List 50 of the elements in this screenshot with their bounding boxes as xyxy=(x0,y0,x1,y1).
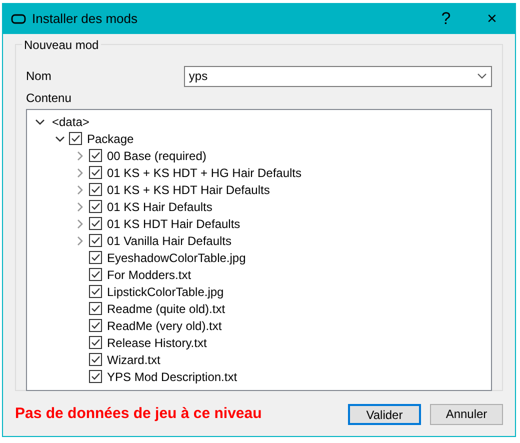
tree-item[interactable]: 01 KS + KS HDT + HG Hair Defaults xyxy=(107,164,302,182)
tree-item[interactable]: Release History.txt xyxy=(107,334,207,352)
chevron-right-icon[interactable] xyxy=(75,184,85,194)
checkbox[interactable] xyxy=(89,234,102,247)
checkbox[interactable] xyxy=(89,268,102,281)
tree-item[interactable]: 01 Vanilla Hair Defaults xyxy=(107,232,232,250)
chevron-right-icon[interactable] xyxy=(75,150,85,160)
chevron-right-icon[interactable] xyxy=(75,236,85,246)
checkbox[interactable] xyxy=(89,370,102,383)
chevron-right-icon[interactable] xyxy=(75,218,85,228)
name-combo[interactable]: yps xyxy=(184,66,492,86)
content-label: Contenu xyxy=(26,90,72,107)
checkbox[interactable] xyxy=(89,285,102,298)
tree-item[interactable]: Wizard.txt xyxy=(107,350,160,368)
checkbox[interactable] xyxy=(89,183,102,196)
tree-item[interactable]: ReadMe (very old).txt xyxy=(107,316,222,334)
checkbox[interactable] xyxy=(89,302,102,315)
checkbox[interactable] xyxy=(89,200,102,213)
chevron-down-icon[interactable] xyxy=(35,116,45,126)
tree-item[interactable]: 01 KS + KS HDT Hair Defaults xyxy=(107,180,270,198)
tree-item[interactable]: Readme (quite old).txt xyxy=(107,300,226,318)
cancel-button[interactable]: Annuler xyxy=(430,404,503,425)
chevron-right-icon[interactable] xyxy=(75,168,85,178)
chevron-right-icon[interactable] xyxy=(75,202,85,212)
app-icon xyxy=(11,14,26,24)
tree-item[interactable]: YPS Mod Description.txt xyxy=(107,368,238,386)
warning-text: Pas de données de jeu à ce niveau xyxy=(15,404,262,424)
checkbox[interactable] xyxy=(89,149,102,162)
checkbox[interactable] xyxy=(89,251,102,264)
checkbox[interactable] xyxy=(89,217,102,230)
tree-item[interactable]: 01 KS Hair Defaults xyxy=(107,198,212,216)
checkbox[interactable] xyxy=(89,166,102,179)
close-button[interactable]: × xyxy=(469,4,515,34)
tree-item[interactable]: Package xyxy=(87,130,134,148)
validate-button[interactable]: Valider xyxy=(348,404,421,425)
tree-item[interactable]: 00 Base (required) xyxy=(107,146,206,164)
tree-item[interactable]: EyeshadowColorTable.jpg xyxy=(107,248,246,266)
window-title: Installer des mods xyxy=(32,10,138,28)
chevron-down-icon[interactable] xyxy=(55,134,65,144)
help-button[interactable]: ? xyxy=(423,4,469,34)
chevron-down-icon xyxy=(477,73,487,79)
checkbox[interactable] xyxy=(89,319,102,332)
tree-item[interactable]: LipstickColorTable.jpg xyxy=(107,282,224,300)
tree-item[interactable]: 01 KS HDT Hair Defaults xyxy=(107,214,240,232)
name-label: Nom xyxy=(26,68,52,85)
checkbox[interactable] xyxy=(89,353,102,366)
tree-item[interactable]: <data> xyxy=(52,112,90,130)
tree-item[interactable]: For Modders.txt xyxy=(107,266,192,284)
checkbox[interactable] xyxy=(89,336,102,349)
checkbox[interactable] xyxy=(69,132,82,145)
